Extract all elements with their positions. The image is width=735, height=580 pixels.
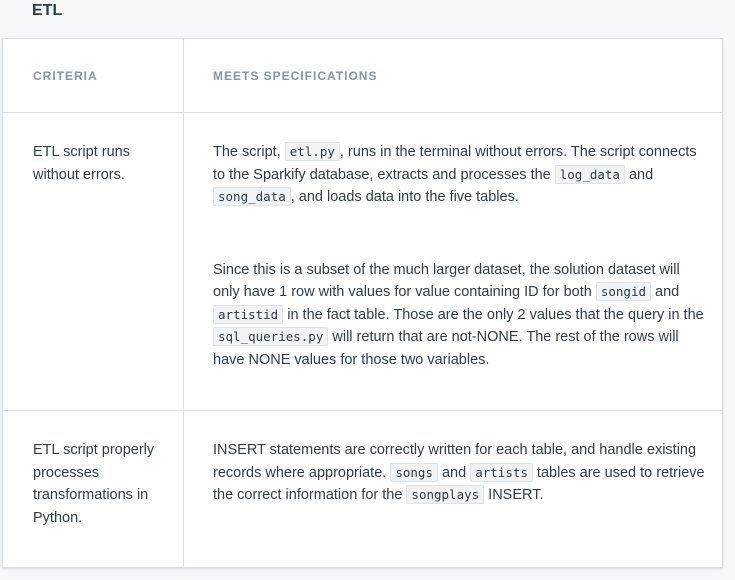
inline-code: sql_queries.py	[213, 327, 329, 346]
specifications-header: MEETS SPECIFICATIONS	[213, 69, 378, 83]
criteria-cell: ETL script runs without errors.	[33, 144, 130, 183]
inline-code: artistid	[213, 304, 284, 324]
specification-paragraph: INSERT statements are correctly written …	[213, 442, 705, 504]
rubric-table: CRITERIA MEETS SPECIFICATIONS ETL script…	[2, 38, 723, 569]
specification-cell: The script, etl.py, runs in the terminal…	[213, 141, 708, 371]
column-divider	[183, 39, 184, 112]
table-header-row: CRITERIA MEETS SPECIFICATIONS	[3, 39, 722, 113]
inline-code: song_data	[213, 187, 291, 206]
table-row: ETL script properly processes transforma…	[3, 411, 722, 569]
section-title: ETL	[32, 2, 63, 19]
inline-code: etl.py	[284, 142, 340, 161]
inline-code: log_data	[554, 164, 625, 184]
criteria-cell: ETL script properly processes transforma…	[33, 442, 155, 526]
column-divider	[183, 411, 184, 569]
inline-code: songplays	[406, 485, 485, 504]
table-row: ETL script runs without errors. The scri…	[3, 113, 722, 411]
specification-paragraph: Since this is a subset of the much large…	[213, 261, 704, 368]
column-divider	[183, 113, 184, 410]
inline-code: songid	[595, 282, 652, 301]
specification-paragraph: The script, etl.py, runs in the terminal…	[213, 142, 697, 206]
inline-code: songs	[390, 462, 438, 482]
specification-cell: INSERT statements are correctly written …	[213, 439, 708, 507]
inline-code: artists	[470, 462, 533, 482]
criteria-header: CRITERIA	[33, 69, 98, 83]
